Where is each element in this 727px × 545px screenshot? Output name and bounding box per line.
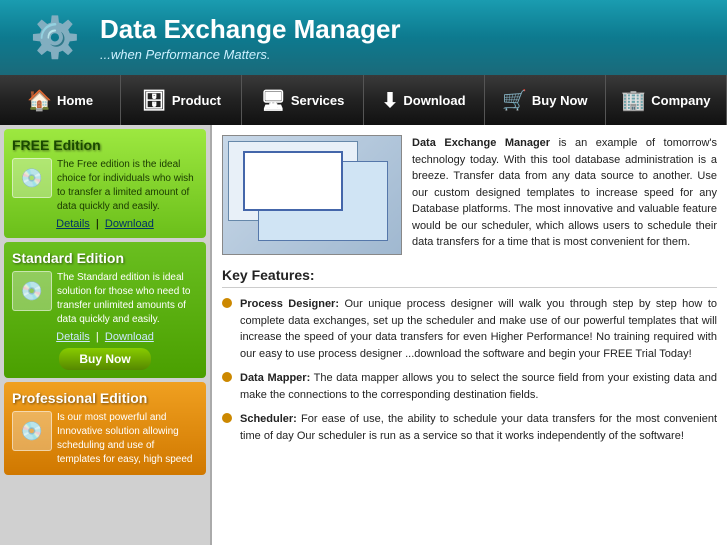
app-subtitle: ...when Performance Matters. (100, 47, 401, 62)
product-preview: Data Exchange Manager is an example of t… (222, 135, 717, 255)
feature-bullet-1 (222, 298, 232, 308)
free-edition-image: 💿 (12, 158, 52, 198)
screenshot-layer-3 (243, 151, 343, 211)
free-download-link[interactable]: Download (105, 218, 154, 230)
feature-3-body: For ease of use, the ability to schedule… (240, 413, 717, 442)
standard-edition-image: 💿 (12, 271, 52, 311)
header: ⚙️ Data Exchange Manager ...when Perform… (0, 0, 727, 75)
feature-data-mapper: Data Mapper: The data mapper allows you … (222, 370, 717, 403)
standard-edition-links: Details | Download (12, 331, 198, 343)
nav-home[interactable]: 🏠 Home (0, 75, 121, 125)
nav-services[interactable]: 🖥 Services (242, 75, 363, 125)
nav-product[interactable]: 🗄 Product (121, 75, 242, 125)
sidebar: FREE Edition 💿 The Free edition is the i… (0, 125, 210, 545)
standard-edition-panel: Standard Edition 💿 The Standard edition … (4, 242, 206, 378)
logo-icon: ⚙️ (30, 14, 80, 61)
professional-edition-image: 💿 (12, 411, 52, 451)
standard-edition-content: 💿 The Standard edition is ideal solution… (12, 271, 198, 327)
download-icon: ⬇ (382, 88, 399, 113)
company-icon: 🏢 (621, 88, 646, 113)
feature-scheduler-text: Scheduler: For ease of use, the ability … (240, 411, 717, 444)
standard-details-link[interactable]: Details (56, 331, 90, 343)
standard-buy-now-button[interactable]: Buy Now (59, 348, 150, 370)
standard-download-link[interactable]: Download (105, 331, 154, 343)
nav-company-label: Company (651, 93, 710, 108)
feature-data-mapper-text: Data Mapper: The data mapper allows you … (240, 370, 717, 403)
nav-download[interactable]: ⬇ Download (364, 75, 485, 125)
feature-process-designer: Process Designer: Our unique process des… (222, 296, 717, 362)
services-icon: 🖥 (260, 88, 285, 113)
logo: ⚙️ (20, 8, 90, 68)
app-title: Data Exchange Manager (100, 14, 401, 45)
feature-2-body: The data mapper allows you to select the… (240, 372, 717, 401)
free-edition-title: FREE Edition (12, 137, 198, 153)
cart-icon: 🛒 (502, 88, 527, 113)
professional-edition-description: Is our most powerful and Innovative solu… (57, 411, 198, 467)
free-edition-links: Details | Download (12, 218, 198, 230)
product-name: Data Exchange Manager (412, 137, 550, 149)
main-content: Data Exchange Manager is an example of t… (210, 125, 727, 545)
feature-bullet-3 (222, 413, 232, 423)
standard-edition-description: The Standard edition is ideal solution f… (57, 271, 198, 327)
nav-home-label: Home (57, 93, 93, 108)
main-nav: 🏠 Home 🗄 Product 🖥 Services ⬇ Download 🛒… (0, 75, 727, 125)
free-details-link[interactable]: Details (56, 218, 90, 230)
nav-download-label: Download (403, 93, 465, 108)
feature-2-label: Data Mapper: (240, 372, 310, 384)
product-icon: 🗄 (142, 88, 167, 113)
product-screenshot (222, 135, 402, 255)
nav-services-label: Services (291, 93, 345, 108)
feature-3-label: Scheduler: (240, 413, 297, 425)
free-edition-panel: FREE Edition 💿 The Free edition is the i… (4, 129, 206, 238)
feature-1-label: Process Designer: (240, 298, 339, 310)
nav-buynow[interactable]: 🛒 Buy Now (485, 75, 606, 125)
feature-scheduler: Scheduler: For ease of use, the ability … (222, 411, 717, 444)
free-edition-description: The Free edition is the ideal choice for… (57, 158, 198, 214)
nav-product-label: Product (172, 93, 221, 108)
standard-edition-title: Standard Edition (12, 250, 198, 266)
professional-edition-content: 💿 Is our most powerful and Innovative so… (12, 411, 198, 467)
free-edition-content: 💿 The Free edition is the ideal choice f… (12, 158, 198, 214)
home-icon: 🏠 (27, 88, 52, 113)
nav-buynow-label: Buy Now (532, 93, 588, 108)
header-title-block: Data Exchange Manager ...when Performanc… (100, 14, 401, 62)
key-features-title: Key Features: (222, 267, 717, 288)
product-description: Data Exchange Manager is an example of t… (412, 135, 717, 255)
feature-bullet-2 (222, 372, 232, 382)
main-area: FREE Edition 💿 The Free edition is the i… (0, 125, 727, 545)
professional-edition-panel: Professional Edition 💿 Is our most power… (4, 382, 206, 475)
nav-company[interactable]: 🏢 Company (606, 75, 727, 125)
professional-edition-title: Professional Edition (12, 390, 198, 406)
product-desc-text: is an example of tomorrow's technology t… (412, 137, 717, 248)
feature-process-designer-text: Process Designer: Our unique process des… (240, 296, 717, 362)
